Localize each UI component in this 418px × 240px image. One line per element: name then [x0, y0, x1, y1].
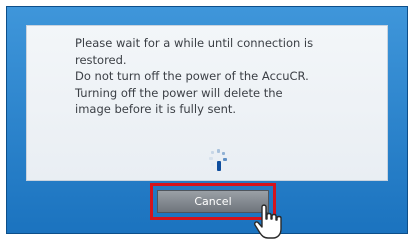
dialog-message: Please wait for a while until connection…	[75, 35, 375, 118]
message-line-3: Do not turn off the power of the AccuCR.	[75, 69, 309, 83]
message-line-1: Please wait for a while until connection…	[75, 36, 314, 50]
message-line-2: restored.	[75, 52, 127, 67]
loading-spinner-icon	[209, 149, 227, 171]
message-line-4: Turning off the power will delete the	[75, 85, 283, 100]
message-panel: Please wait for a while until connection…	[26, 25, 388, 181]
message-line-5: image before it is fully sent.	[75, 102, 237, 116]
hand-pointer-icon	[254, 204, 282, 239]
